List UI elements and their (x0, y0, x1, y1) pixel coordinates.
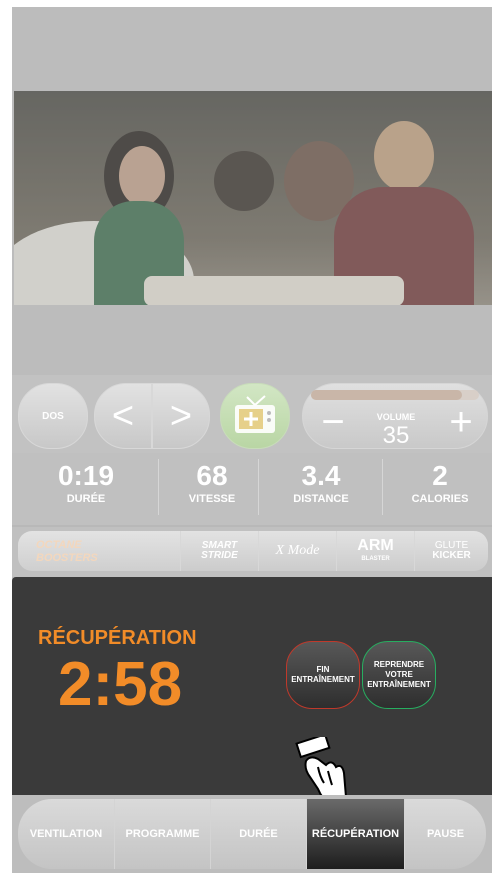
stat-distance-value: 3.4 (301, 460, 341, 491)
booster-glute-kicker[interactable]: GLUTE KICKER (414, 531, 488, 571)
stat-speed: 68 VITESSE (162, 460, 262, 506)
woman-face (119, 146, 165, 206)
previous-channel-button[interactable]: < (94, 383, 152, 449)
background-person (214, 151, 274, 211)
stat-duration-label: DURÉE (66, 493, 106, 505)
booster-x-mode[interactable]: X Mode (258, 531, 336, 571)
boosters-label-line2: BOOSTERS (36, 552, 98, 564)
next-channel-button[interactable]: > (152, 383, 210, 449)
volume-control: − VOLUME 35 + (302, 383, 488, 449)
man-face (374, 121, 434, 191)
video-panel (12, 7, 492, 375)
boosters-label-line1: OCTANE (36, 539, 82, 551)
stat-duration: 0:19 DURÉE (26, 460, 146, 506)
workout-stats: 0:19 DURÉE 68 VITESSE 3.4 DISTANCE 2 CAL… (12, 453, 492, 525)
tab-ventilation[interactable]: VENTILATION (18, 799, 114, 869)
stat-divider (258, 459, 259, 515)
end-workout-line1: FIN (316, 665, 330, 674)
stat-speed-value: 68 (196, 460, 228, 491)
dos-button[interactable]: DOS (18, 383, 88, 449)
volume-up-button[interactable]: + (441, 402, 481, 442)
booster-arm-blaster[interactable]: ARM BLASTER (336, 531, 414, 571)
booster-arm-blaster-line2: BLASTER (361, 556, 390, 562)
table-front (144, 276, 404, 305)
recovery-timer: 2:58 (58, 650, 183, 719)
volume-down-button[interactable]: − (313, 402, 353, 442)
resume-workout-line3: ENTRAÎNEMENT (367, 680, 431, 689)
stat-calories-value: 2 (432, 460, 448, 491)
volume-value: 35 (382, 422, 410, 449)
resume-workout-button[interactable]: REPRENDRE VOTRE ENTRAÎNEMENT (362, 641, 436, 709)
tv-button[interactable] (220, 383, 290, 449)
recovery-title: RÉCUPÉRATION (38, 627, 197, 649)
video-player[interactable] (14, 91, 492, 305)
control-row: DOS < > − VOLUME 35 + (12, 375, 492, 453)
volume-label: VOLUME (376, 412, 416, 422)
volume-level-fill (311, 390, 463, 400)
booster-x-mode-label: X Mode (275, 543, 320, 558)
stat-divider (382, 459, 383, 515)
booster-arm-blaster-line1: ARM (357, 537, 394, 554)
resume-workout-line1: REPRENDRE (373, 660, 425, 669)
stat-calories: 2 CALORIES (388, 460, 492, 506)
end-workout-button[interactable]: FIN ENTRAÎNEMENT (286, 641, 360, 709)
stat-distance: 3.4 DISTANCE (266, 460, 376, 506)
app-screen: DOS < > − VOLUME 35 + 0:19 DURÉE 68 VITE… (12, 7, 492, 873)
stat-calories-label: CALORIES (411, 493, 469, 505)
booster-glute-kicker-line2: KICKER (432, 550, 471, 561)
stat-duration-value: 0:19 (57, 460, 115, 491)
stat-speed-label: VITESSE (188, 493, 236, 505)
tab-recuperation[interactable]: RÉCUPÉRATION (306, 799, 404, 869)
tab-programme[interactable]: PROGRAMME (114, 799, 210, 869)
booster-smart-stride-line2: STRIDE (201, 550, 238, 561)
bottom-tab-bar: VENTILATION PROGRAMME DURÉE RÉCUPÉRATION… (12, 795, 492, 873)
booster-smart-stride[interactable]: SMART STRIDE (180, 531, 258, 571)
resume-workout-line2: VOTRE (385, 670, 413, 679)
boosters-label: OCTANE BOOSTERS (18, 531, 180, 571)
tab-pause[interactable]: PAUSE (404, 799, 486, 869)
tv-icon (235, 395, 275, 433)
octane-boosters-bar: OCTANE BOOSTERS SMART STRIDE X Mode ARM BL… (12, 527, 492, 577)
recovery-panel: RÉCUPÉRATION 2:58 FIN ENTRAÎNEMENT REPREN… (12, 577, 492, 815)
end-workout-line2: ENTRAÎNEMENT (291, 675, 355, 684)
tab-duree[interactable]: DURÉE (210, 799, 306, 869)
volume-slider[interactable] (311, 390, 479, 400)
stat-distance-label: DISTANCE (293, 493, 349, 505)
stat-divider (158, 459, 159, 515)
